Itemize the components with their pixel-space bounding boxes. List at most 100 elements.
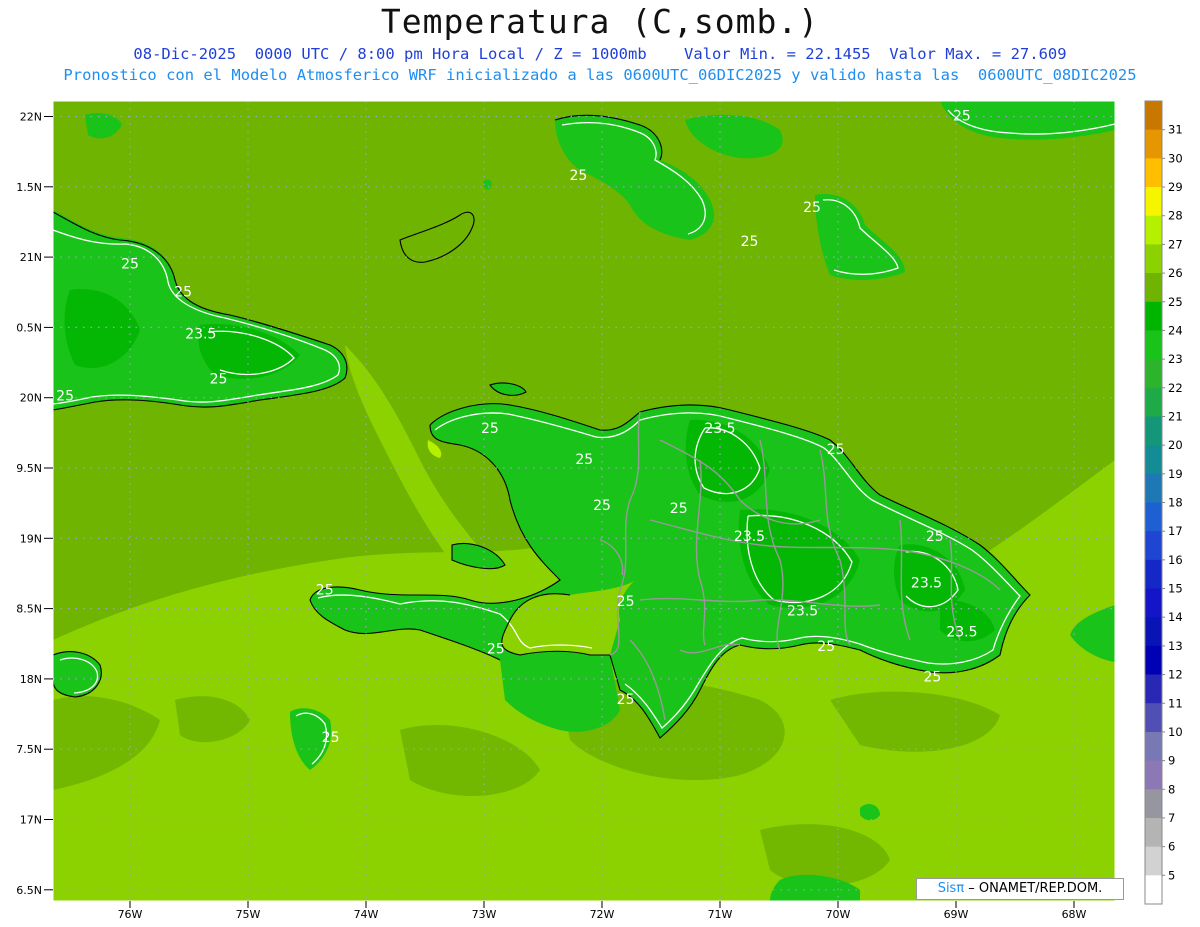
colorbar-label: 24	[1168, 323, 1183, 337]
contour-label: 25	[322, 730, 340, 746]
lat-label: 20N	[20, 392, 42, 405]
contour-label: 25	[617, 692, 635, 708]
colorbar-label: 9	[1168, 754, 1175, 768]
lon-label: 68W	[1062, 908, 1087, 921]
color-swatch	[1145, 731, 1162, 762]
colorbar-label: 8	[1168, 782, 1175, 796]
lon-label: 71W	[708, 908, 733, 921]
colorbar-label: 22	[1168, 381, 1183, 395]
contour-label: 25	[56, 389, 74, 405]
lat-label: 1.5N	[16, 181, 42, 194]
color-swatch	[1145, 703, 1162, 733]
logo-onamet: – ONAMET/REP.DOM.	[964, 881, 1103, 896]
lon-label: 76W	[118, 908, 143, 921]
contour-label: 25	[316, 583, 334, 599]
colorbar-label: 10	[1168, 725, 1183, 739]
color-swatch	[1145, 559, 1162, 589]
colorbar-label: 5	[1168, 868, 1175, 882]
colorbar-label: 29	[1168, 180, 1183, 194]
lat-label: 19N	[20, 532, 42, 545]
lon-label: 69W	[944, 908, 969, 921]
contour-label: 25	[593, 498, 611, 514]
contour-label: 23.5	[946, 625, 977, 641]
colorbar-label: 12	[1168, 668, 1183, 682]
colorbar-label: 30	[1168, 151, 1183, 165]
colorbar-label: 18	[1168, 496, 1183, 510]
color-swatch	[1145, 674, 1162, 704]
color-swatch	[1145, 445, 1162, 475]
colorbar-label: 15	[1168, 582, 1183, 596]
color-swatch	[1145, 359, 1162, 389]
contour-label: 25	[121, 256, 139, 272]
contour-label: 25	[575, 452, 593, 468]
logo-sispi: Sisπ	[937, 881, 965, 896]
contour-label: 23.5	[185, 327, 216, 343]
color-swatch	[1145, 617, 1162, 647]
colorbar-label: 25	[1168, 295, 1183, 309]
colorbar-label: 26	[1168, 266, 1183, 280]
colorbar-label: 19	[1168, 467, 1183, 481]
contour-label: 23.5	[787, 604, 818, 620]
contour-label: 23.5	[704, 421, 735, 437]
plot-area: 25 25 23.5 25 25 25 25 25 23.5 25 25 23.5 25 23.5 25 23…	[53, 101, 1115, 901]
lon-label: 70W	[826, 908, 851, 921]
color-swatch	[1145, 473, 1162, 503]
color-swatch	[1145, 187, 1162, 217]
contour-label: 23.5	[911, 576, 942, 592]
lat-label: 17N	[20, 814, 42, 827]
color-swatch	[1145, 387, 1162, 417]
contour-label: 25	[487, 642, 505, 658]
lat-label: 21N	[20, 251, 42, 264]
sispi-logo: Sisπ – ONAMET/REP.DOM.	[916, 878, 1124, 900]
lat-label: 0.5N	[16, 321, 42, 334]
lat-label: 8.5N	[16, 603, 42, 616]
color-swatch	[1145, 846, 1162, 876]
colorbar-label: 23	[1168, 352, 1183, 366]
contour-label: 25	[481, 421, 499, 437]
colorbar-label: 31	[1168, 123, 1183, 137]
contour-label: 25	[569, 168, 587, 184]
color-swatch	[1145, 531, 1162, 561]
colorbar-label: 16	[1168, 553, 1183, 567]
colorbar-label: 11	[1168, 696, 1183, 710]
lon-label: 73W	[472, 908, 497, 921]
contour-label: 25	[741, 234, 759, 250]
color-swatch	[1145, 875, 1162, 905]
lon-label: 74W	[354, 908, 379, 921]
coastline-cuba-tip	[53, 214, 54, 215]
colorbar-label: 14	[1168, 610, 1183, 624]
lat-label: 9.5N	[16, 462, 42, 475]
colorbar-label: 21	[1168, 409, 1183, 423]
colorbar-label: 17	[1168, 524, 1183, 538]
lon-label: 72W	[590, 908, 615, 921]
lat-label: 22N	[20, 111, 42, 124]
color-swatch	[1145, 129, 1162, 159]
color-swatch	[1145, 645, 1162, 675]
color-scale: 31 30 29 28 27 26 25 24 23 22 21 20 19 18 17 16 15 14 13 12…	[1144, 100, 1183, 905]
color-swatch	[1145, 330, 1162, 360]
contour-label: 25	[803, 200, 821, 216]
contour-label: 23.5	[734, 529, 765, 545]
color-swatch	[1145, 416, 1162, 446]
contour-label: 25	[953, 109, 971, 125]
temperature-map: 25 25 23.5 25 25 25 25 25 23.5 25 25 23.5 25 23.5 25 23…	[16, 100, 1183, 921]
contour-label: 25	[827, 442, 845, 458]
colorbar-label: 6	[1168, 840, 1175, 854]
contour-label: 25	[817, 639, 835, 655]
color-swatch	[1145, 158, 1162, 188]
colorbar-label: 28	[1168, 209, 1183, 223]
colorbar-label: 7	[1168, 811, 1175, 825]
color-swatch	[1145, 817, 1162, 848]
color-swatch	[1145, 588, 1162, 618]
color-swatch	[1145, 101, 1162, 131]
colorbar-label: 13	[1168, 639, 1183, 653]
color-swatch	[1145, 760, 1162, 790]
contour-label: 25	[670, 501, 688, 517]
contour-label: 25	[926, 529, 944, 545]
color-swatch	[1145, 502, 1162, 532]
contour-label: 25	[210, 372, 228, 388]
color-swatch	[1145, 244, 1162, 274]
lon-label: 75W	[236, 908, 261, 921]
color-swatch	[1145, 301, 1162, 331]
colorbar-label: 20	[1168, 438, 1183, 452]
